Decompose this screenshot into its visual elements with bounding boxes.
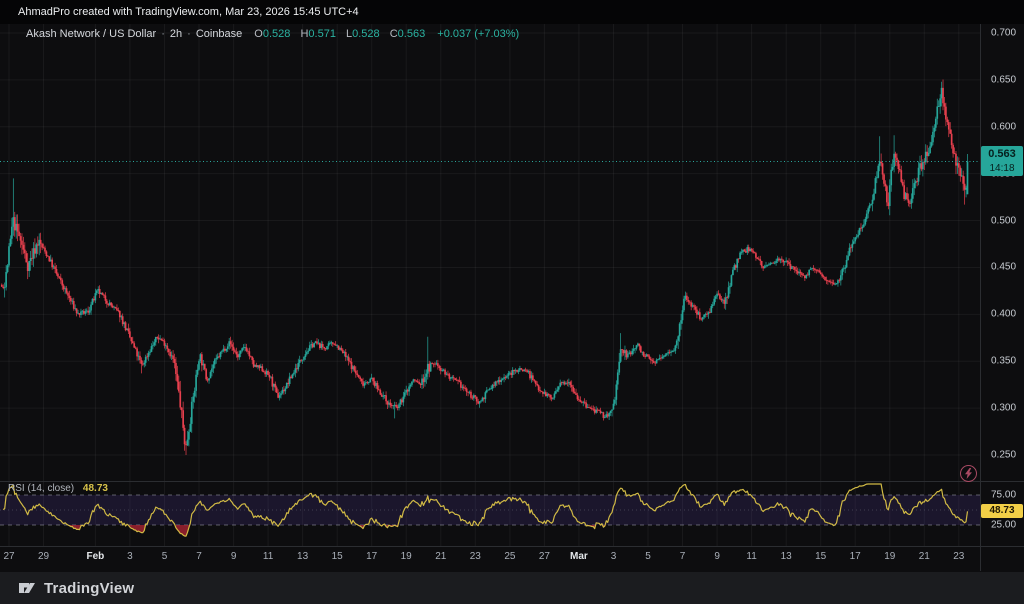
interval-label: 2h <box>170 28 182 40</box>
price-tick-label: 0.350 <box>991 356 1016 367</box>
high-value: 0.571 <box>308 28 336 40</box>
tradingview-wordmark[interactable]: TradingView <box>44 580 134 597</box>
price-tick-label: 0.500 <box>991 215 1016 226</box>
last-price-value: 0.563 <box>981 146 1023 162</box>
time-label: 5 <box>162 551 168 562</box>
rsi-current-value: 48.73 <box>83 483 108 494</box>
open-value: 0.528 <box>263 28 291 40</box>
tradingview-chart-screenshot: AhmadPro created with TradingView.com, M… <box>0 0 1024 604</box>
rsi-tick-label: 25.00 <box>991 520 1016 531</box>
low-value: 0.528 <box>352 28 380 40</box>
time-label: 25 <box>504 551 515 562</box>
attribution-bar: AhmadPro created with TradingView.com, M… <box>0 0 1024 24</box>
time-label: 21 <box>435 551 446 562</box>
symbol-legend[interactable]: Akash Network / US Dollar · 2h · Coinbas… <box>26 28 519 40</box>
time-label: 13 <box>781 551 792 562</box>
lightning-icon[interactable] <box>960 465 977 482</box>
last-price-badge: 0.563 14:18 <box>981 146 1023 176</box>
exchange-label: Coinbase <box>196 28 242 40</box>
tradingview-logo-icon[interactable] <box>18 579 36 597</box>
rsi-tick-label: 75.00 <box>991 490 1016 501</box>
price-tick-label: 0.300 <box>991 403 1016 414</box>
time-label: 17 <box>850 551 861 562</box>
time-label: 3 <box>127 551 133 562</box>
ohlc-values: O0.528 H0.571 L0.528 C0.563 +0.037 (+7.0… <box>254 28 519 40</box>
time-label: 7 <box>680 551 686 562</box>
time-label: 15 <box>332 551 343 562</box>
rsi-title: RSI (14, close) <box>8 483 74 494</box>
time-label: 15 <box>815 551 826 562</box>
lightning-bolt-icon <box>964 468 973 479</box>
time-label: 29 <box>38 551 49 562</box>
close-value: 0.563 <box>398 28 426 40</box>
bar-countdown: 14:18 <box>981 162 1023 175</box>
rsi-indicator-legend[interactable]: RSI (14, close) 48.73 <box>8 483 108 494</box>
time-label: 19 <box>884 551 895 562</box>
price-tick-label: 0.450 <box>991 262 1016 273</box>
time-label: 17 <box>366 551 377 562</box>
time-label-month: Mar <box>570 551 588 562</box>
time-label-month: Feb <box>87 551 105 562</box>
time-label: 13 <box>297 551 308 562</box>
time-label: 19 <box>401 551 412 562</box>
price-tick-label: 0.250 <box>991 450 1016 461</box>
price-tick-label: 0.600 <box>991 121 1016 132</box>
symbol-name: Akash Network / US Dollar <box>26 28 156 40</box>
time-label: 5 <box>645 551 651 562</box>
attribution-text: AhmadPro created with TradingView.com, M… <box>18 6 359 18</box>
rsi-band <box>0 495 980 525</box>
time-label: 9 <box>231 551 237 562</box>
open-label: O <box>254 28 263 40</box>
time-label: 23 <box>470 551 481 562</box>
time-label: 11 <box>263 551 273 562</box>
rsi-value-badge: 48.73 <box>981 504 1023 518</box>
close-label: C <box>390 28 398 40</box>
change-value: +0.037 (+7.03%) <box>437 28 519 40</box>
time-label: 7 <box>196 551 202 562</box>
time-label: 27 <box>539 551 550 562</box>
time-label: 9 <box>714 551 720 562</box>
legend-separator: · <box>187 28 191 40</box>
time-label: 27 <box>3 551 14 562</box>
time-label: 21 <box>919 551 930 562</box>
price-tick-label: 0.400 <box>991 309 1016 320</box>
price-tick-label: 0.650 <box>991 74 1016 85</box>
time-label: 3 <box>611 551 617 562</box>
time-label: 11 <box>746 551 756 562</box>
time-label: 23 <box>953 551 964 562</box>
legend-separator: · <box>161 28 165 40</box>
chart-canvas[interactable] <box>0 0 1024 604</box>
price-tick-label: 0.700 <box>991 28 1016 39</box>
footer-bar: TradingView <box>0 572 1024 604</box>
